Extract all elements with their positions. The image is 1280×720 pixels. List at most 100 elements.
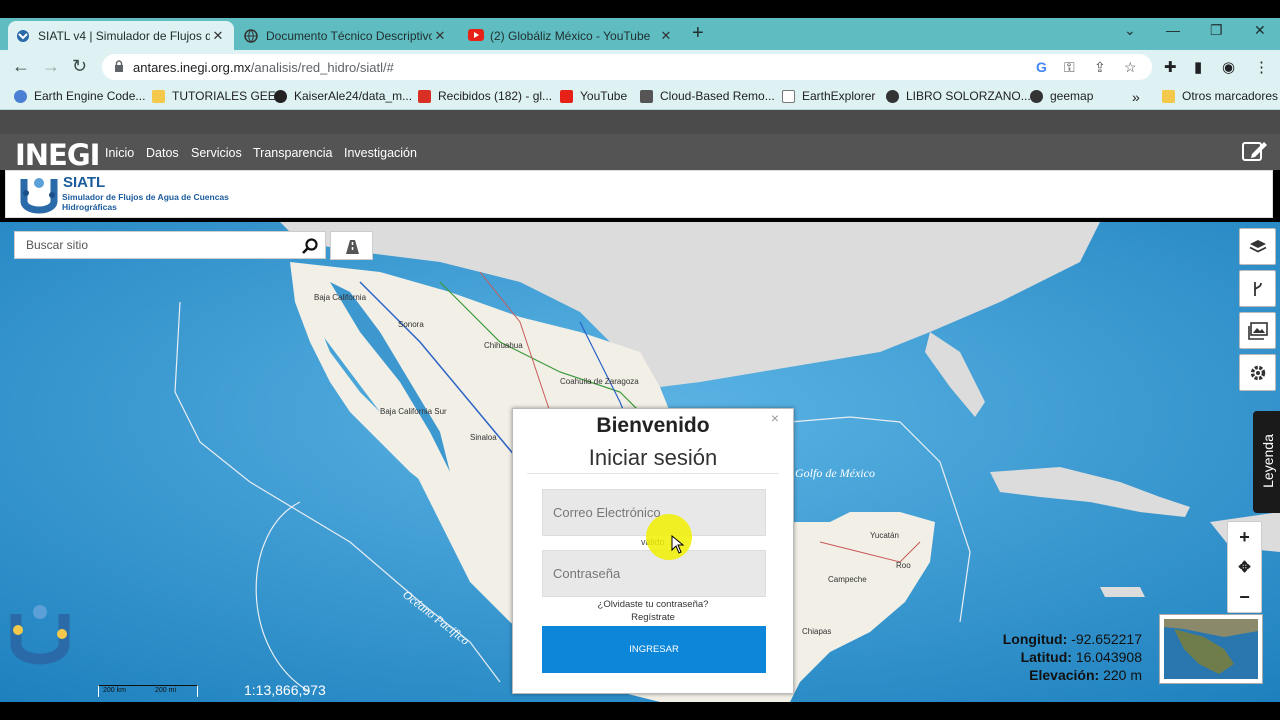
bookmark-label: EarthExplorer bbox=[802, 89, 876, 103]
search-input[interactable] bbox=[15, 232, 285, 258]
pan-icon[interactable]: ✥ bbox=[1228, 552, 1261, 582]
legend-label: Leyenda bbox=[1260, 434, 1276, 488]
nav-datos[interactable]: Datos bbox=[146, 146, 179, 160]
search-icon[interactable] bbox=[301, 237, 319, 255]
restore-button[interactable]: ❐ bbox=[1210, 22, 1223, 39]
elevation-label: Elevación: bbox=[1029, 667, 1100, 683]
tab-documento[interactable]: Documento Técnico Descriptivo ✕ bbox=[236, 21, 456, 50]
menu-kebab-icon[interactable]: ⋮ bbox=[1254, 58, 1269, 76]
bookmark-label: KaiserAle24/data_m... bbox=[294, 89, 413, 103]
overview-minimap[interactable] bbox=[1159, 614, 1263, 684]
screen: SIATL v4 | Simulador de Flujos de ✕ Docu… bbox=[0, 0, 1280, 720]
site-search bbox=[14, 231, 326, 259]
bookmark-label: Recibidos (182) - gl... bbox=[438, 89, 553, 103]
nav-servicios[interactable]: Servicios bbox=[191, 146, 242, 160]
tab-search-chevron-icon[interactable]: ⌄ bbox=[1124, 22, 1136, 39]
minimize-button[interactable]: — bbox=[1166, 22, 1180, 38]
password-field-wrapper bbox=[542, 550, 766, 597]
label-sonora: Sonora bbox=[398, 320, 424, 329]
share-icon[interactable]: ⇪ bbox=[1094, 59, 1106, 76]
extensions-puzzle-icon[interactable]: ✚ bbox=[1164, 58, 1177, 76]
browser-toolbar: ← → ↻ antares.inegi.org.mx/analisis/red_… bbox=[0, 50, 1280, 84]
nav-transparencia[interactable]: Transparencia bbox=[253, 146, 332, 160]
google-icon[interactable]: G bbox=[1036, 59, 1047, 75]
login-submit-button[interactable]: INGRESAR bbox=[542, 626, 766, 673]
gallery-button[interactable] bbox=[1239, 312, 1276, 349]
scale-mi-label: 200 mi bbox=[155, 687, 177, 694]
github-icon bbox=[274, 89, 287, 103]
siatl-mascot-logo bbox=[10, 605, 70, 665]
bookmark-gmail[interactable]: Recibidos (182) - gl... bbox=[418, 89, 552, 103]
close-tab-icon[interactable]: ✕ bbox=[210, 28, 226, 44]
tab-label: SIATL v4 | Simulador de Flujos de bbox=[38, 28, 210, 43]
label-yucatan: Yucatán bbox=[870, 531, 899, 540]
folder-icon bbox=[1162, 89, 1175, 103]
label-sinaloa: Sinaloa bbox=[470, 433, 497, 442]
bookmark-label: geemap bbox=[1050, 89, 1094, 103]
road-view-button[interactable] bbox=[330, 231, 373, 260]
more-bookmarks-chevron-icon[interactable]: » bbox=[1132, 89, 1140, 105]
bookmark-label: Earth Engine Code... bbox=[34, 89, 146, 103]
layers-button[interactable] bbox=[1239, 228, 1276, 265]
new-tab-button[interactable]: + bbox=[692, 22, 704, 45]
legend-tab[interactable]: Leyenda bbox=[1253, 411, 1280, 513]
zoom-out-button[interactable]: − bbox=[1228, 582, 1261, 612]
key-icon[interactable]: ⚿ bbox=[1064, 59, 1075, 76]
bookmark-earthexplorer[interactable]: EarthExplorer bbox=[782, 89, 875, 103]
lock-icon bbox=[115, 60, 123, 72]
edit-icon[interactable] bbox=[1242, 140, 1268, 162]
forgot-password-link[interactable]: ¿Olvidaste tu contraseña? bbox=[513, 599, 793, 610]
other-bookmarks-folder[interactable]: Otros marcadores bbox=[1162, 89, 1278, 103]
nav-inicio[interactable]: Inicio bbox=[105, 146, 134, 160]
zoom-in-button[interactable]: + bbox=[1228, 522, 1261, 552]
address-bar[interactable]: antares.inegi.org.mx/analisis/red_hidro/… bbox=[102, 54, 1152, 80]
url-path: /analisis/red_hidro/siatl/# bbox=[250, 60, 394, 75]
side-panel-icon[interactable]: ▮ bbox=[1194, 58, 1202, 76]
bookmark-label: LIBRO SOLORZANO... bbox=[906, 89, 1031, 103]
river-network-button[interactable] bbox=[1239, 270, 1276, 307]
youtube-icon bbox=[560, 89, 573, 103]
bookmark-tutoriales[interactable]: TUTORIALES GEE bbox=[152, 89, 276, 103]
bookmark-star-icon[interactable]: ☆ bbox=[1124, 59, 1137, 76]
bookmark-earth-engine[interactable]: Earth Engine Code... bbox=[14, 89, 145, 103]
label-chiapas: Chiapas bbox=[802, 627, 831, 636]
label-chihuahua: Chihuahua bbox=[484, 341, 523, 350]
bookmark-github[interactable]: KaiserAle24/data_m... bbox=[274, 89, 412, 103]
register-link[interactable]: Regístrate bbox=[513, 612, 793, 623]
close-tab-icon[interactable]: ✕ bbox=[432, 28, 448, 44]
tab-siatl[interactable]: SIATL v4 | Simulador de Flujos de ✕ bbox=[8, 21, 234, 50]
profile-avatar[interactable]: ◉ bbox=[1222, 58, 1235, 76]
bookmark-geemap[interactable]: geemap bbox=[1030, 89, 1093, 103]
folder-icon bbox=[152, 89, 165, 103]
youtube-icon bbox=[468, 28, 484, 43]
tab-youtube[interactable]: (2) Globáliz México - YouTube ✕ bbox=[460, 21, 682, 50]
elevation-value: 220 m bbox=[1103, 667, 1142, 683]
geemap-icon bbox=[1030, 89, 1043, 103]
settings-button[interactable] bbox=[1239, 354, 1276, 391]
scale-km-label: 200 km bbox=[103, 687, 126, 694]
zoom-controls: + ✥ − bbox=[1227, 521, 1262, 613]
inegi-logo[interactable]: INEGI bbox=[15, 138, 100, 172]
label-coahuila: Coahuila de Zaragoza bbox=[560, 377, 639, 386]
bookmark-cloud-remote[interactable]: Cloud-Based Remo... bbox=[640, 89, 775, 103]
latitude-value: 16.043908 bbox=[1075, 649, 1142, 665]
letterbox-bottom bbox=[0, 702, 1280, 720]
layers-icon bbox=[1249, 239, 1266, 253]
bookmarks-bar: Earth Engine Code... TUTORIALES GEE Kais… bbox=[0, 84, 1280, 110]
password-field[interactable] bbox=[543, 551, 765, 596]
close-tab-icon[interactable]: ✕ bbox=[658, 28, 674, 44]
mouse-pointer-icon bbox=[671, 535, 685, 554]
window-close-button[interactable]: ✕ bbox=[1254, 22, 1266, 39]
nav-investigacion[interactable]: Investigación bbox=[344, 146, 417, 160]
w-logo-icon bbox=[640, 89, 653, 103]
cursor-highlight bbox=[646, 514, 692, 560]
bookmark-libro[interactable]: LIBRO SOLORZANO... bbox=[886, 89, 1031, 103]
reload-icon[interactable]: ↻ bbox=[72, 56, 87, 77]
latitude-label: Latitud: bbox=[1020, 649, 1072, 665]
dialog-subtitle: Iniciar sesión bbox=[588, 445, 718, 470]
bookmark-youtube[interactable]: YouTube bbox=[560, 89, 627, 103]
forward-arrow-icon[interactable]: → bbox=[42, 56, 60, 77]
back-arrow-icon[interactable]: ← bbox=[12, 56, 30, 77]
images-icon bbox=[1247, 321, 1268, 340]
inegi-header: INEGI Inicio Datos Servicios Transparenc… bbox=[0, 110, 1280, 172]
